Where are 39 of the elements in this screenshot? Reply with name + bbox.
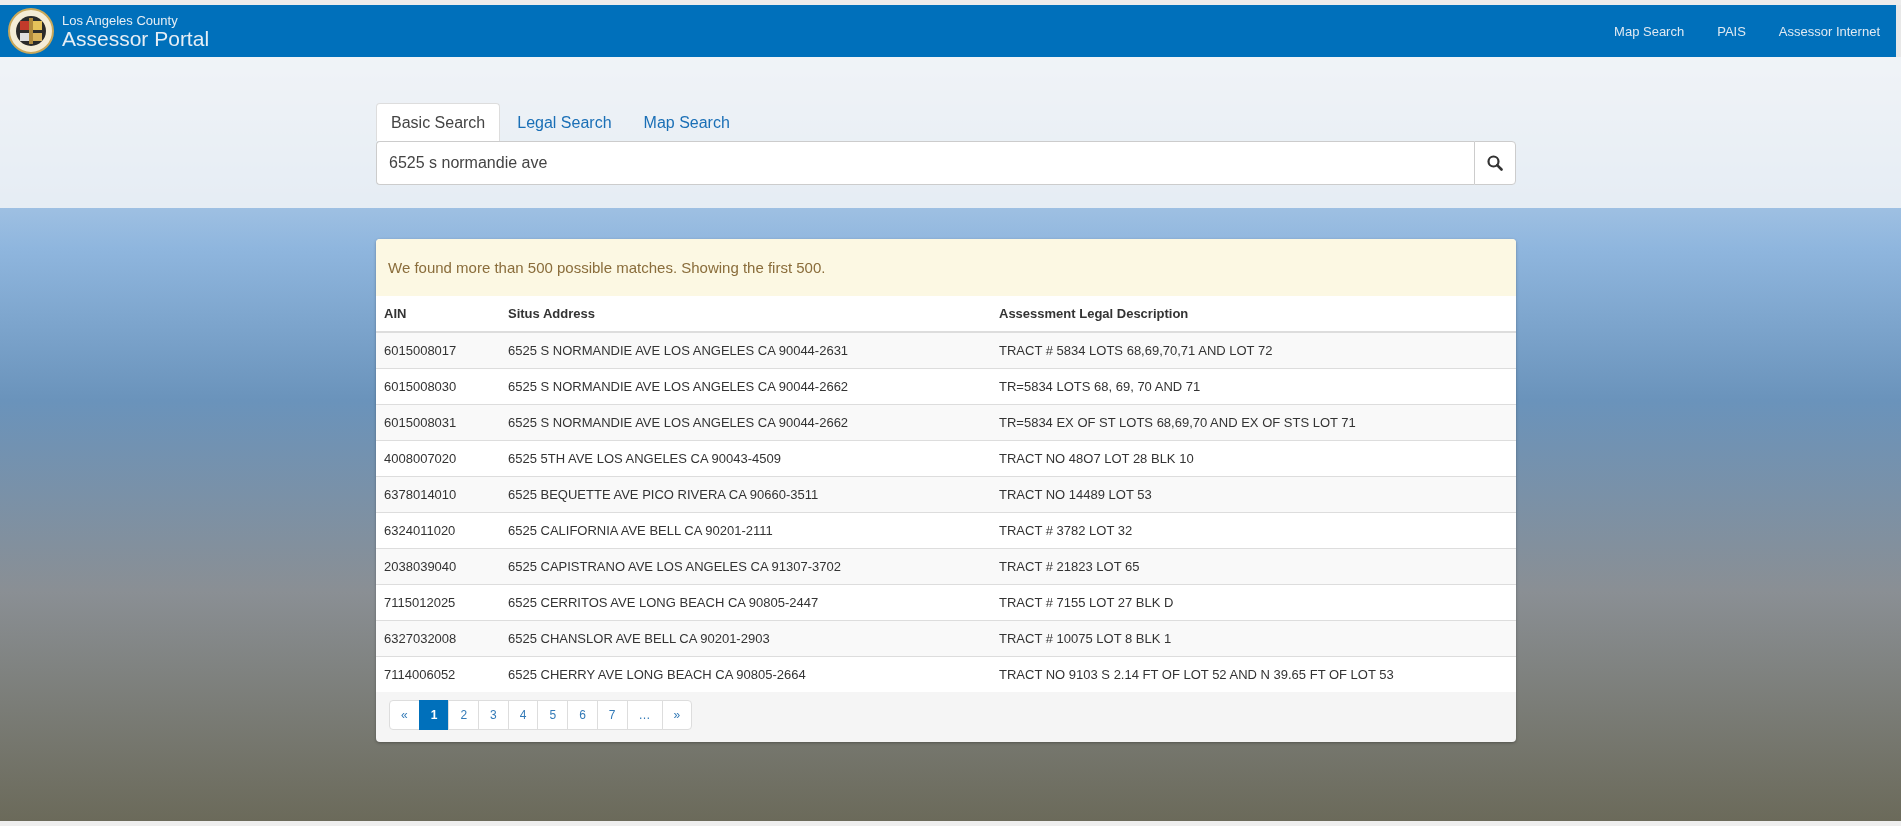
page-link[interactable]: 3 bbox=[478, 700, 509, 730]
table-cell: 6015008031 bbox=[376, 404, 500, 441]
table-cell: 2038039040 bbox=[376, 548, 500, 585]
search-tab[interactable]: Legal Search bbox=[502, 103, 627, 141]
page-link[interactable]: » bbox=[661, 700, 693, 730]
search-icon bbox=[1487, 155, 1503, 171]
page-link[interactable]: 6 bbox=[567, 700, 598, 730]
table-cell: TRACT NO 9103 S 2.14 FT OF LOT 52 AND N 39.65 FT OF LOT 53 bbox=[991, 656, 1516, 692]
table-cell: TRACT NO 14489 LOT 53 bbox=[991, 476, 1516, 513]
table-cell: 6525 CHERRY AVE LONG BEACH CA 90805-2664 bbox=[500, 656, 991, 692]
seal-icon bbox=[8, 8, 54, 54]
search-tab[interactable]: Map Search bbox=[628, 103, 745, 141]
search-field[interactable]: 6525 s normandie ave bbox=[376, 141, 1474, 185]
nav-link[interactable]: Assessor Internet bbox=[1778, 23, 1880, 39]
portal-title: Assessor Portal bbox=[62, 27, 210, 49]
table-cell: 6378014010 bbox=[376, 476, 500, 513]
table-cell: TRACT # 21823 LOT 65 bbox=[991, 548, 1516, 585]
page-link[interactable]: 5 bbox=[537, 700, 569, 730]
page-link[interactable]: … bbox=[626, 700, 663, 730]
county-name: Los Angeles County bbox=[62, 13, 179, 27]
table-cell: 7114006052 bbox=[376, 656, 500, 692]
table-cell: 6015008017 bbox=[376, 332, 500, 369]
table-cell: 6525 S NORMANDIE AVE LOS ANGELES CA 90044-2631 bbox=[500, 332, 991, 369]
table-cell: 6525 BEQUETTE AVE PICO RIVERA CA 90660-3511 bbox=[500, 476, 991, 513]
table-cell: 6327032008 bbox=[376, 620, 500, 657]
page-link[interactable]: « bbox=[389, 700, 420, 730]
table-cell: TRACT # 10075 LOT 8 BLK 1 bbox=[991, 620, 1516, 657]
results-message: We found more than 500 possible matches. Showing the first 500. bbox=[376, 239, 1516, 296]
search-tab[interactable]: Basic Search bbox=[376, 103, 501, 141]
table-cell: 6525 S NORMANDIE AVE LOS ANGELES CA 90044-2662 bbox=[500, 404, 991, 441]
page-link[interactable]: 7 bbox=[596, 700, 628, 730]
table-cell: TR=5834 EX OF ST LOTS 68,69,70 AND EX OF STS LOT 71 bbox=[991, 404, 1516, 441]
table-cell: 6525 CAPISTRANO AVE LOS ANGELES CA 91307-3702 bbox=[500, 548, 991, 585]
page-link[interactable]: 2 bbox=[448, 700, 480, 730]
nav-link[interactable]: Map Search bbox=[1614, 23, 1685, 39]
nav-link[interactable]: PAIS bbox=[1717, 23, 1746, 39]
table-cell: TRACT # 5834 LOTS 68,69,70,71 AND LOT 72 bbox=[991, 332, 1516, 369]
table-cell: 6525 CHANSLOR AVE BELL CA 90201-2903 bbox=[500, 620, 991, 657]
search-button[interactable] bbox=[1474, 141, 1516, 185]
